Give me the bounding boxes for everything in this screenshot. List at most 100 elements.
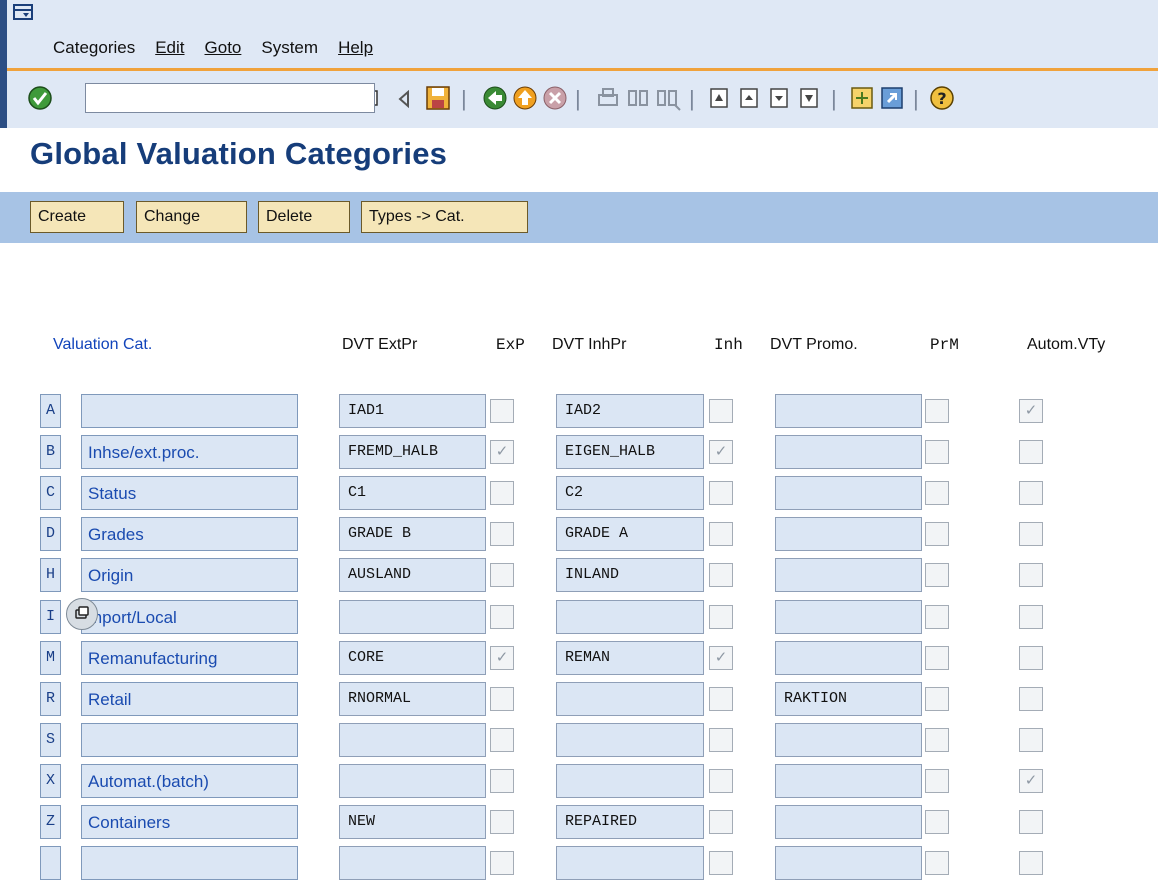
valuation-cat-key-field[interactable]: R [40, 682, 61, 716]
exit-icon[interactable] [512, 85, 538, 111]
menu-system[interactable]: System [261, 38, 318, 60]
valuation-cat-key-field[interactable]: H [40, 558, 61, 592]
menu-categories[interactable]: Categories [53, 38, 135, 60]
autom-vty-checkbox[interactable] [1019, 522, 1043, 546]
inh-checkbox[interactable] [709, 563, 733, 587]
change-button[interactable]: Change [136, 201, 247, 233]
inh-checkbox[interactable] [709, 687, 733, 711]
app-menu-icon[interactable] [13, 4, 33, 20]
create-button[interactable]: Create [30, 201, 124, 233]
dvt-inhpr-field[interactable]: EIGEN_HALB [556, 435, 704, 469]
exp-checkbox[interactable] [490, 399, 514, 423]
exp-checkbox[interactable]: ✓ [490, 646, 514, 670]
dvt-promo-field[interactable] [775, 435, 922, 469]
dvt-extpr-field[interactable]: C1 [339, 476, 486, 510]
back-icon[interactable] [482, 85, 508, 111]
inh-checkbox[interactable]: ✓ [709, 440, 733, 464]
inh-checkbox[interactable] [709, 481, 733, 505]
prm-checkbox[interactable] [925, 646, 949, 670]
dvt-extpr-field[interactable]: RNORMAL [339, 682, 486, 716]
prm-checkbox[interactable] [925, 728, 949, 752]
delete-button[interactable]: Delete [258, 201, 350, 233]
prm-checkbox[interactable] [925, 769, 949, 793]
exp-checkbox[interactable]: ✓ [490, 440, 514, 464]
dvt-inhpr-field[interactable] [556, 764, 704, 798]
dvt-extpr-field[interactable]: IAD1 [339, 394, 486, 428]
prm-checkbox[interactable] [925, 522, 949, 546]
dvt-extpr-field[interactable]: FREMD_HALB [339, 435, 486, 469]
autom-vty-checkbox[interactable] [1019, 810, 1043, 834]
valuation-cat-key-field[interactable]: M [40, 641, 61, 675]
autom-vty-checkbox[interactable] [1019, 440, 1043, 464]
find-icon[interactable] [625, 85, 651, 111]
next-page-icon[interactable] [767, 85, 793, 111]
dvt-promo-field[interactable] [775, 517, 922, 551]
valuation-cat-key-field[interactable]: S [40, 723, 61, 757]
inh-checkbox[interactable] [709, 810, 733, 834]
inh-checkbox[interactable] [709, 522, 733, 546]
valuation-cat-key-field[interactable]: B [40, 435, 61, 469]
dvt-promo-field[interactable] [775, 805, 922, 839]
menu-edit[interactable]: Edit [155, 38, 184, 60]
dvt-promo-field[interactable] [775, 394, 922, 428]
exp-checkbox[interactable] [490, 481, 514, 505]
dvt-extpr-field[interactable]: NEW [339, 805, 486, 839]
dvt-inhpr-field[interactable]: IAD2 [556, 394, 704, 428]
dvt-promo-field[interactable] [775, 600, 922, 634]
dvt-promo-field[interactable] [775, 476, 922, 510]
types-to-cat-button[interactable]: Types -> Cat. [361, 201, 528, 233]
exp-checkbox[interactable] [490, 687, 514, 711]
dvt-inhpr-field[interactable]: INLAND [556, 558, 704, 592]
dvt-extpr-field[interactable] [339, 600, 486, 634]
valuation-cat-key-field[interactable]: C [40, 476, 61, 510]
dvt-promo-field[interactable] [775, 846, 922, 880]
dvt-inhpr-field[interactable]: REPAIRED [556, 805, 704, 839]
prm-checkbox[interactable] [925, 563, 949, 587]
dvt-promo-field[interactable] [775, 558, 922, 592]
autom-vty-checkbox[interactable] [1019, 646, 1043, 670]
dvt-extpr-field[interactable] [339, 846, 486, 880]
exp-checkbox[interactable] [490, 810, 514, 834]
dvt-inhpr-field[interactable] [556, 846, 704, 880]
autom-vty-checkbox[interactable] [1019, 728, 1043, 752]
dvt-promo-field[interactable] [775, 641, 922, 675]
inh-checkbox[interactable] [709, 605, 733, 629]
print-icon[interactable] [595, 85, 621, 111]
dvt-promo-field[interactable] [775, 764, 922, 798]
dvt-extpr-field[interactable]: GRADE B [339, 517, 486, 551]
prm-checkbox[interactable] [925, 687, 949, 711]
menu-goto[interactable]: Goto [205, 38, 242, 60]
autom-vty-checkbox[interactable] [1019, 687, 1043, 711]
inh-checkbox[interactable] [709, 728, 733, 752]
cancel-icon[interactable] [542, 85, 568, 111]
dvt-inhpr-field[interactable]: REMAN [556, 641, 704, 675]
dvt-extpr-field[interactable] [339, 723, 486, 757]
dvt-inhpr-field[interactable]: GRADE A [556, 517, 704, 551]
valuation-cat-key-field[interactable]: I [40, 600, 61, 634]
exp-checkbox[interactable] [490, 769, 514, 793]
previous-page-icon[interactable] [737, 85, 763, 111]
prm-checkbox[interactable] [925, 605, 949, 629]
dvt-inhpr-field[interactable] [556, 723, 704, 757]
dvt-extpr-field[interactable]: AUSLAND [339, 558, 486, 592]
back-arrow-icon[interactable] [397, 90, 411, 108]
exp-checkbox[interactable] [490, 522, 514, 546]
new-session-icon[interactable] [849, 85, 875, 111]
valuation-cat-key-field[interactable]: X [40, 764, 61, 798]
dvt-inhpr-field[interactable]: C2 [556, 476, 704, 510]
exp-checkbox[interactable] [490, 563, 514, 587]
exp-checkbox[interactable] [490, 728, 514, 752]
dvt-extpr-field[interactable] [339, 764, 486, 798]
prm-checkbox[interactable] [925, 440, 949, 464]
prm-checkbox[interactable] [925, 810, 949, 834]
find-next-icon[interactable] [655, 85, 681, 111]
prm-checkbox[interactable] [925, 399, 949, 423]
dvt-inhpr-field[interactable] [556, 682, 704, 716]
inh-checkbox[interactable] [709, 769, 733, 793]
autom-vty-checkbox[interactable]: ✓ [1019, 399, 1043, 423]
menu-help[interactable]: Help [338, 38, 373, 60]
prm-checkbox[interactable] [925, 851, 949, 875]
autom-vty-checkbox[interactable] [1019, 481, 1043, 505]
autom-vty-checkbox[interactable] [1019, 563, 1043, 587]
inh-checkbox[interactable]: ✓ [709, 646, 733, 670]
